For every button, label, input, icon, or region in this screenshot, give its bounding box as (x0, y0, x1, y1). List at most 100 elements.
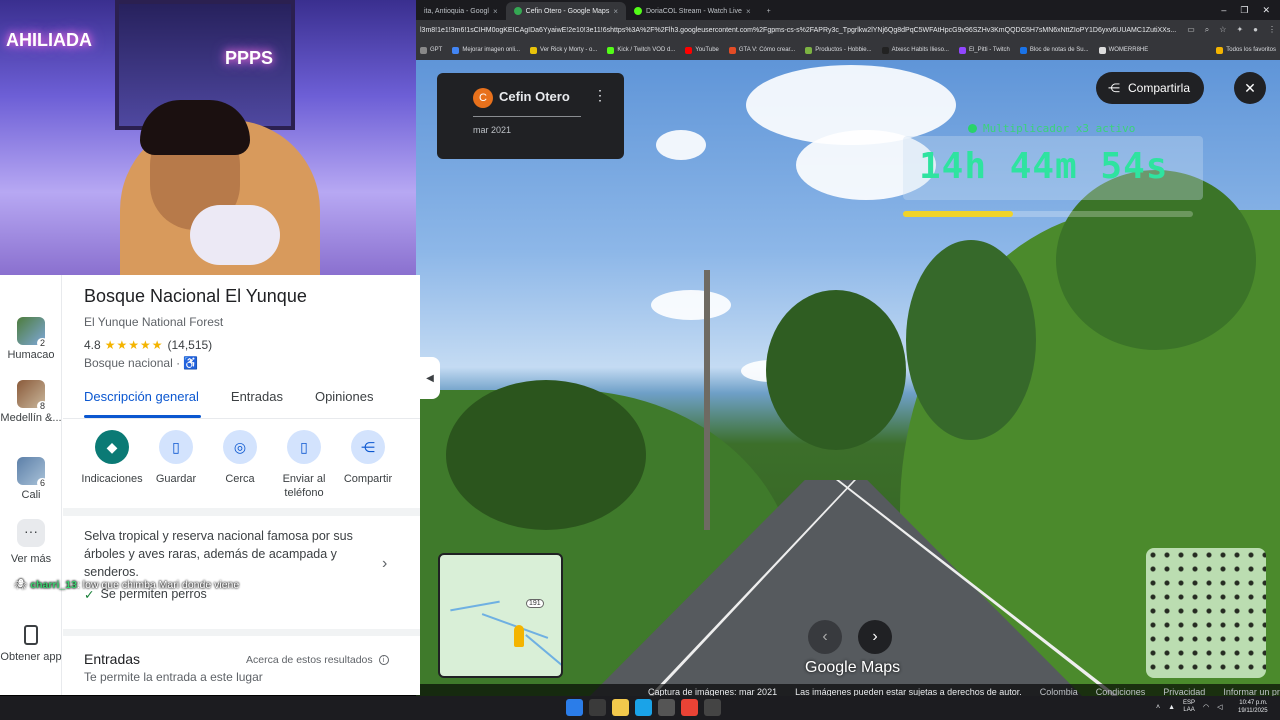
browser-tab[interactable]: DoriaCOL Stream - Watch Live × (626, 2, 759, 20)
chevron-up-icon[interactable]: ˄ (1156, 704, 1160, 711)
all-bookmarks[interactable]: Todos los favoritos (1216, 46, 1276, 54)
microphone (190, 205, 280, 265)
bookmark-item[interactable]: GTA V: Cómo crear... (728, 46, 795, 54)
browser-tab[interactable]: ita, Antioquia - Googl × (416, 2, 506, 20)
store-icon[interactable] (658, 699, 675, 716)
taskbar: ˄ ▲ ESP LAA ◠ ◁ 10:47 p.m. 19/11/2025 (0, 696, 1280, 720)
status-dot-icon (968, 124, 977, 133)
share-button[interactable]: ⋲ Compartirla (1096, 72, 1205, 104)
wifi-icon[interactable]: ◠ (1203, 703, 1209, 711)
share-label: Compartirla (1128, 81, 1191, 95)
place-tabs: Descripción general Entradas Opiniones (84, 389, 374, 404)
collapse-panel-button[interactable]: ◀ (420, 357, 440, 399)
chevron-right-icon[interactable]: › (382, 555, 387, 573)
bookmark-star-icon[interactable]: ☆ (1219, 25, 1226, 35)
place-thumbnail: 8 (17, 380, 48, 411)
pegman-icon[interactable] (514, 625, 524, 647)
previous-image-button[interactable]: ‹ (808, 620, 842, 654)
close-tab-icon[interactable]: × (493, 7, 498, 16)
bookmark-item[interactable]: Productos - Hobbie... (805, 46, 872, 54)
bookmark-item[interactable]: GPT (420, 46, 442, 54)
about-results[interactable]: Acerca de estos resultados i (246, 654, 389, 666)
entries-subtitle: Te permite la entrada a este lugar (84, 670, 263, 684)
close-streetview-button[interactable]: ✕ (1234, 72, 1266, 104)
recent-place-label: Cali (21, 489, 41, 501)
author-name[interactable]: Cefin Otero (499, 89, 570, 104)
bookmark-item[interactable]: WOMERR8HE (1098, 46, 1148, 54)
start-icon[interactable] (566, 699, 583, 716)
close-icon: ✕ (1244, 79, 1256, 96)
bookmark-item[interactable]: El_Pitti - Twitch (958, 46, 1010, 54)
recent-place-cali[interactable]: 6 Cali (0, 457, 62, 501)
phone-send-icon: ▯ (287, 430, 321, 464)
bookmark-item[interactable]: Bloc de notas de Su... (1019, 46, 1089, 54)
bookmark-item[interactable]: Mejorar imagen onli... (452, 46, 520, 54)
close-tab-icon[interactable]: × (613, 7, 618, 16)
bookmark-item[interactable]: Kick / Twitch VOD d... (607, 46, 675, 54)
clock[interactable]: 10:47 p.m. 19/11/2025 (1238, 699, 1268, 715)
share-place-button[interactable]: ⋲ Compartir (336, 430, 400, 500)
share-icon: ⋲ (1108, 81, 1120, 95)
place-type[interactable]: Bosque nacional · ♿ (84, 356, 198, 370)
tab-entries[interactable]: Entradas (231, 389, 283, 404)
nearby-button[interactable]: ◎ Cerca (208, 430, 272, 500)
place-thumbnail: 6 (17, 457, 48, 488)
bookmark-item[interactable]: Atxesc Habits Ilieso... (881, 46, 949, 54)
minimap[interactable]: 191 (438, 553, 563, 678)
see-more-button[interactable]: ··· Ver más (0, 519, 62, 565)
review-count[interactable]: (14,515) (167, 338, 212, 352)
tab-reviews[interactable]: Opiniones (315, 389, 374, 404)
url-text[interactable]: l3m8!1e1!3m6!1sCIHM0ogKEICAgIDa6YyaiwE!2… (420, 27, 1176, 34)
chrome-icon[interactable] (681, 699, 698, 716)
get-app-label: Obtener app (0, 651, 62, 663)
search-icon[interactable] (589, 699, 606, 716)
close-tab-icon[interactable]: × (746, 7, 751, 16)
star-rating-icon: ★★★★★ (104, 338, 164, 352)
maps-favicon-icon (513, 7, 522, 15)
place-rating: 4.8 ★★★★★ (14,515) (84, 338, 212, 352)
google-maps-logo: Google Maps (805, 659, 901, 676)
place-description[interactable]: Selva tropical y reserva nacional famosa… (84, 527, 374, 581)
zoom-icon[interactable]: ⌕ (1205, 25, 1209, 35)
more-options-icon[interactable]: ⋮ (593, 87, 607, 104)
extensions-icon[interactable]: ✦ (1236, 25, 1243, 35)
next-image-button[interactable]: › (858, 620, 892, 654)
directions-button[interactable]: ◆ Indicaciones (80, 430, 144, 500)
send-to-phone-button[interactable]: ▯ Enviar al teléfono (272, 430, 336, 500)
edge-icon[interactable] (635, 699, 652, 716)
webcam-overlay: AHILIADA PPPS (0, 0, 416, 275)
streetview-viewport[interactable]: C Cefin Otero ⋮ mar 2021 ⋲ Compartirla ✕… (416, 60, 1280, 700)
menu-icon[interactable]: ⋮ (1268, 25, 1276, 35)
url-actions: ▭ ⌕ ☆ ✦ ● ⋮ (1187, 25, 1276, 35)
clock-date: 19/11/2025 (1238, 708, 1268, 714)
window-controls: – ❐ ✕ (1211, 0, 1280, 20)
recent-place-humacao[interactable]: 2 Humacao (0, 317, 62, 361)
chat-text: : low que chimba Mari donde viene (76, 579, 240, 591)
taskbar-apps (566, 699, 721, 716)
browser-tab-active[interactable]: Cefin Otero - Google Maps × (505, 2, 626, 20)
minimize-icon[interactable]: – (1221, 5, 1226, 15)
terminal-icon[interactable] (704, 699, 721, 716)
tab-label: Cefin Otero - Google Maps (525, 7, 610, 15)
cast-icon[interactable]: ▭ (1187, 25, 1195, 35)
save-button[interactable]: ▯ Guardar (144, 430, 208, 500)
profile-icon[interactable]: ● (1253, 25, 1258, 35)
new-tab-button[interactable]: + (759, 2, 779, 20)
recent-place-label: Medellín &... (0, 412, 62, 424)
get-app-button[interactable]: Obtener app (0, 625, 62, 663)
bookmark-item[interactable]: YouTube (685, 46, 719, 54)
file-explorer-icon[interactable] (612, 699, 629, 716)
section-separator (63, 629, 420, 636)
address-bar[interactable]: l3m8!1e1!3m6!1sCIHM0ogKEICAgIDa6YyaiwE!2… (416, 20, 1280, 40)
tab-overview[interactable]: Descripción general (84, 389, 199, 404)
language-indicator[interactable]: ESP LAA (1183, 700, 1195, 714)
network-icon[interactable]: ▲ (1168, 704, 1175, 711)
tree (766, 290, 906, 450)
avatar[interactable]: C (473, 88, 493, 108)
divider (63, 418, 420, 419)
maximize-icon[interactable]: ❐ (1240, 5, 1248, 16)
bookmark-item[interactable]: Ver Rick y Morty - o... (530, 46, 597, 54)
volume-icon[interactable]: ◁ (1217, 703, 1222, 711)
close-window-icon[interactable]: ✕ (1262, 5, 1270, 16)
recent-place-medellin[interactable]: 8 Medellín &... (0, 380, 62, 424)
